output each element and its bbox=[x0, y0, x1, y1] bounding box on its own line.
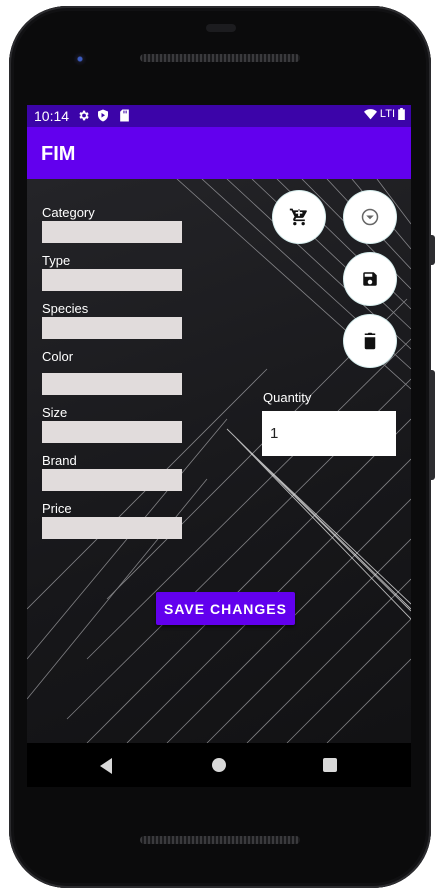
shopping-cart-icon bbox=[289, 208, 307, 226]
power-button bbox=[430, 235, 435, 265]
volume-button bbox=[430, 370, 435, 480]
quantity-label: Quantity bbox=[263, 390, 312, 405]
species-label: Species bbox=[42, 301, 89, 316]
price-label: Price bbox=[42, 501, 72, 516]
type-input[interactable] bbox=[42, 269, 182, 291]
bottom-speaker bbox=[140, 836, 300, 844]
wifi-icon bbox=[363, 108, 377, 119]
trash-icon bbox=[364, 332, 376, 350]
settings-gear-icon bbox=[77, 109, 90, 125]
arrow-drop-down-circle-icon bbox=[361, 208, 379, 226]
play-protect-icon bbox=[97, 109, 109, 125]
quantity-value: 1 bbox=[270, 425, 279, 442]
save-icon-button[interactable] bbox=[344, 253, 396, 305]
sd-card-icon bbox=[119, 109, 130, 125]
home-icon[interactable] bbox=[212, 758, 226, 772]
category-label: Category bbox=[42, 205, 95, 220]
form-content: Category Type Species Color Size Brand P… bbox=[27, 179, 411, 743]
save-floppy-icon bbox=[363, 272, 377, 286]
delete-button[interactable] bbox=[344, 315, 396, 367]
save-changes-button[interactable]: SAVE CHANGES bbox=[156, 592, 295, 625]
color-label: Color bbox=[42, 349, 74, 364]
phone-notch bbox=[206, 24, 236, 32]
navigation-bar bbox=[27, 743, 411, 787]
recent-apps-icon[interactable] bbox=[323, 758, 337, 772]
quantity-input[interactable]: 1 bbox=[262, 411, 396, 456]
brand-input[interactable] bbox=[42, 469, 182, 491]
species-input[interactable] bbox=[42, 317, 182, 339]
front-camera bbox=[73, 52, 87, 66]
brand-label: Brand bbox=[42, 453, 77, 468]
device-screen: 10:14 LTI FIM Category Type Species Colo… bbox=[27, 105, 411, 743]
status-right: LTI bbox=[363, 108, 405, 120]
network-label: LTI bbox=[379, 108, 395, 120]
type-label: Type bbox=[42, 253, 71, 268]
app-title: FIM bbox=[41, 143, 76, 165]
earpiece-speaker bbox=[140, 54, 300, 62]
back-icon[interactable] bbox=[100, 758, 112, 774]
color-input[interactable] bbox=[42, 373, 182, 395]
status-time: 10:14 bbox=[34, 108, 70, 124]
category-input[interactable] bbox=[42, 221, 182, 243]
price-input[interactable] bbox=[42, 517, 182, 539]
status-bar: 10:14 LTI bbox=[27, 105, 411, 127]
size-label: Size bbox=[42, 405, 68, 420]
app-bar: FIM bbox=[27, 127, 411, 179]
dropdown-button[interactable] bbox=[344, 191, 396, 243]
size-input[interactable] bbox=[42, 421, 182, 443]
cart-button[interactable] bbox=[273, 191, 325, 243]
battery-icon bbox=[398, 108, 405, 120]
